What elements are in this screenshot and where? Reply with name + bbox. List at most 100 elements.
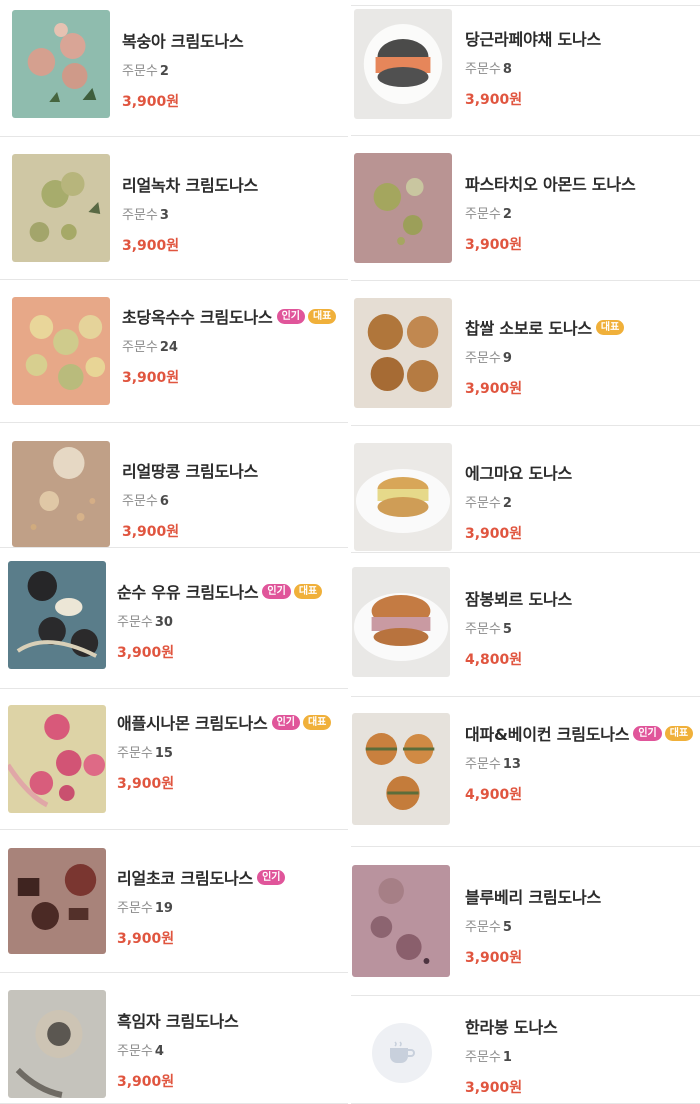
order-count-value: 5: [502, 920, 512, 935]
popular-badge: 인기: [257, 869, 286, 885]
order-count-value: 24: [159, 340, 178, 355]
menu-item[interactable]: 복숭아 크림도나스주문수 2 3,900원: [0, 0, 348, 137]
order-count-label: 주문수: [465, 757, 501, 772]
menu-item[interactable]: 애플시나몬 크림도나스 인기 대표 주문수 15 3,900원: [0, 689, 348, 830]
menu-item-price: 3,900원: [122, 524, 180, 540]
menu-item-price: 3,900원: [465, 1080, 523, 1096]
menu-item-price: 3,900원: [122, 94, 180, 110]
menu-item-title-row: 순수 우유 크림도나스 인기 대표: [117, 579, 323, 603]
menu-item-photo[interactable]: [354, 443, 452, 551]
order-count-label: 주문수: [465, 351, 501, 366]
menu-item[interactable]: 리얼땅콩 크림도나스주문수 6 3,900원: [0, 423, 348, 548]
representative-badge: 대표: [293, 583, 323, 599]
menu-item[interactable]: 순수 우유 크림도나스 인기 대표 주문수 30 3,900원: [0, 548, 348, 689]
menu-item[interactable]: 대파&베이컨 크림도나스 인기 대표 주문수 13 4,900원: [351, 697, 700, 847]
menu-item-name[interactable]: 리얼초코 크림도나스: [117, 865, 253, 889]
menu-item-order-count: 주문수 6: [122, 490, 258, 509]
menu-item[interactable]: 에그마요 도나스 주문수 2 3,900원: [351, 426, 700, 553]
popular-badge: 인기: [276, 308, 305, 324]
menu-item[interactable]: 찹쌀 소보로 도나스 대표 주문수 9 3,900원: [351, 281, 700, 426]
menu-item-name[interactable]: 리얼녹차 크림도나스: [122, 172, 258, 196]
menu-item[interactable]: 리얼녹차 크림도나스 주문수 3 3,900원: [0, 137, 348, 280]
order-count-label: 주문수: [465, 920, 501, 935]
menu-item-price: 3,900원: [465, 381, 523, 397]
menu-item-photo[interactable]: [8, 848, 106, 954]
menu-item-photo[interactable]: [8, 990, 106, 1098]
order-count-label: 주문수: [465, 496, 501, 511]
representative-badge: 대표: [307, 308, 337, 324]
menu-item-name[interactable]: 복숭아 크림도나스: [122, 28, 244, 52]
menu-item-name[interactable]: 순수 우유 크림도나스: [117, 579, 259, 603]
menu-item-name[interactable]: 파스타치오 아몬드 도나스: [465, 171, 636, 195]
menu-item-name[interactable]: 잠봉뵈르 도나스: [465, 586, 572, 610]
menu-item-name[interactable]: 리얼땅콩 크림도나스: [122, 458, 258, 482]
menu-item-title-row: 잠봉뵈르 도나스: [465, 586, 572, 610]
menu-item-title-row: 초당옥수수 크림도나스 인기 대표: [122, 304, 337, 328]
menu-item-name[interactable]: 찹쌀 소보로 도나스: [465, 315, 592, 339]
order-count-label: 주문수: [117, 901, 153, 916]
menu-item[interactable]: 리얼초코 크림도나스 인기 주문수 19 3,900원: [0, 830, 348, 973]
menu-item[interactable]: 파스타치오 아몬드 도나스 주문수 2 3,900원: [351, 136, 700, 281]
menu-item-name[interactable]: 대파&베이컨 크림도나스: [465, 721, 630, 745]
menu-item-info: 초당옥수수 크림도나스 인기 대표 주문수 24 3,900원: [122, 304, 337, 387]
menu-item-photo[interactable]: [354, 153, 452, 263]
order-count-value: 6: [159, 494, 169, 509]
menu-item-name[interactable]: 초당옥수수 크림도나스: [122, 304, 273, 328]
menu-item-photo[interactable]: [12, 10, 110, 118]
popular-badge: 인기: [262, 583, 291, 599]
menu-item-price: 3,900원: [465, 950, 523, 966]
order-count-value: 8: [502, 62, 512, 77]
menu-item-photo[interactable]: [12, 154, 110, 262]
order-count-value: 30: [154, 615, 173, 630]
menu-item[interactable]: 흑임자 크림도나스 주문수 4 3,900원: [0, 973, 348, 1104]
menu-item-price: 3,900원: [122, 370, 180, 386]
order-count-value: 2: [159, 64, 169, 79]
order-count-value: 2: [502, 207, 512, 222]
menu-item-title-row: 복숭아 크림도나스: [122, 28, 244, 52]
menu-item-info: 리얼초코 크림도나스 인기 주문수 19 3,900원: [117, 865, 286, 948]
menu-item-order-count: 주문수 4: [117, 1040, 239, 1059]
menu-item-photo[interactable]: [8, 705, 106, 813]
order-count-label: 주문수: [465, 207, 501, 222]
menu-item-name[interactable]: 흑임자 크림도나스: [117, 1008, 239, 1032]
menu-item[interactable]: 블루베리 크림도나스주문수 5 3,900원: [351, 847, 700, 996]
menu-item-photo[interactable]: [12, 441, 110, 547]
popular-badge: 인기: [271, 714, 300, 730]
menu-item-name[interactable]: 애플시나몬 크림도나스: [117, 710, 268, 734]
menu-item-title-row: 흑임자 크림도나스: [117, 1008, 239, 1032]
order-count-label: 주문수: [122, 208, 158, 223]
menu-item[interactable]: 당근라페야채 도나스 주문수 8 3,900원: [351, 6, 700, 136]
popular-badge: 인기: [633, 725, 662, 741]
menu-item-badges: 인기 대표: [262, 583, 323, 599]
menu-item-photo[interactable]: [354, 298, 452, 408]
menu-item-info: 파스타치오 아몬드 도나스 주문수 2 3,900원: [465, 171, 636, 254]
menu-item-photo[interactable]: [354, 9, 452, 119]
menu-item-photo[interactable]: [12, 297, 110, 405]
no-image-placeholder: [372, 1023, 432, 1083]
menu-item-info: 잠봉뵈르 도나스 주문수 5 4,800원: [465, 586, 572, 669]
menu-item[interactable]: 초당옥수수 크림도나스 인기 대표 주문수 24 3,900원: [0, 280, 348, 423]
menu-item-photo[interactable]: [352, 713, 450, 825]
menu-item-order-count: 주문수 2: [122, 60, 244, 79]
menu-item-badges: 인기: [257, 869, 286, 885]
menu-item-info: 블루베리 크림도나스주문수 5 3,900원: [465, 884, 601, 967]
menu-item-photo[interactable]: [352, 567, 450, 677]
menu-item-photo[interactable]: [8, 561, 106, 669]
menu-item[interactable]: 잠봉뵈르 도나스 주문수 5 4,800원: [351, 553, 700, 697]
menu-item-name[interactable]: 당근라페야채 도나스: [465, 26, 601, 50]
order-count-label: 주문수: [117, 746, 153, 761]
coffee-cup-icon: [390, 1041, 415, 1063]
menu-item-name[interactable]: 블루베리 크림도나스: [465, 884, 601, 908]
menu-item-price: 4,800원: [465, 652, 523, 668]
menu-item-title-row: 블루베리 크림도나스: [465, 884, 601, 908]
menu-item-info: 대파&베이컨 크림도나스 인기 대표 주문수 13 4,900원: [465, 721, 694, 804]
order-count-value: 5: [502, 622, 512, 637]
menu-item-name[interactable]: 에그마요 도나스: [465, 460, 572, 484]
menu-item-name[interactable]: 한라봉 도나스: [465, 1014, 558, 1038]
menu-item-price: 3,900원: [117, 645, 175, 661]
menu-item-photo[interactable]: [352, 865, 450, 977]
order-count-value: 9: [502, 351, 512, 366]
menu-item[interactable]: 한라봉 도나스 주문수 1 3,900원: [351, 996, 700, 1104]
order-count-label: 주문수: [465, 62, 501, 77]
order-count-value: 13: [502, 757, 521, 772]
